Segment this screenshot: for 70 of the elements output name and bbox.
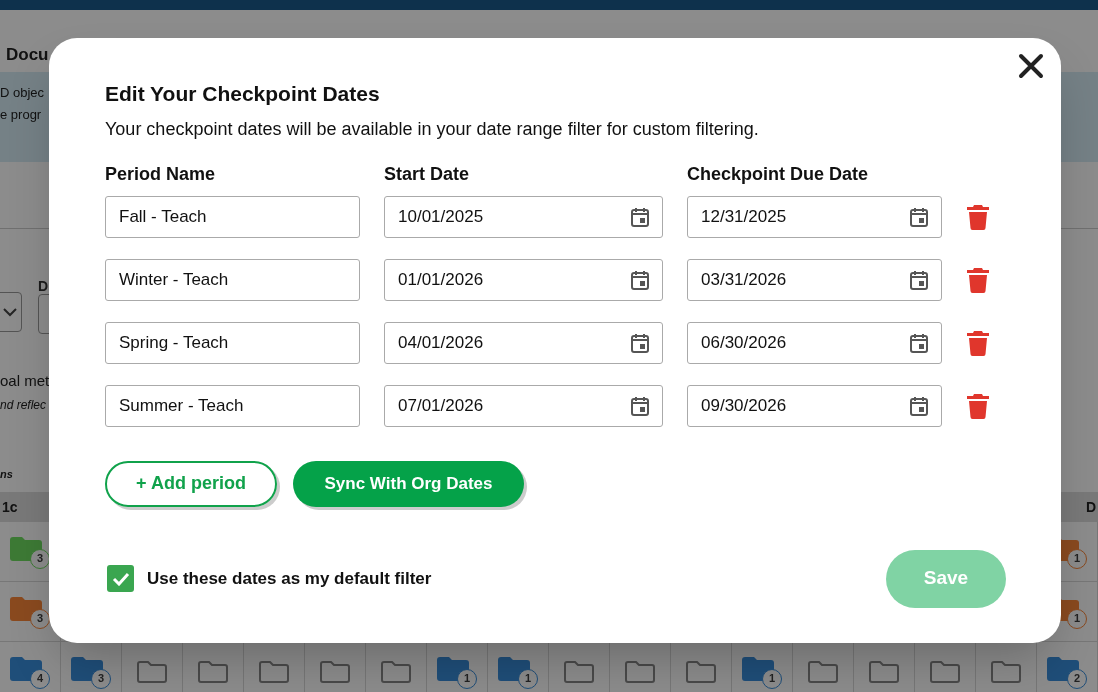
- trash-icon: [967, 392, 989, 419]
- start-date-field[interactable]: 04/01/2026: [384, 321, 663, 364]
- calendar-icon: [631, 395, 649, 416]
- empty-folder-icon: [564, 660, 594, 683]
- checkbox-label: Use these dates as my default filter: [147, 567, 432, 590]
- dialog-subtitle: Your checkpoint dates will be available in your date range filter for custom filtering.: [105, 117, 760, 141]
- calendar-icon: [631, 332, 649, 353]
- note-text: nd reflec: [0, 397, 47, 414]
- calendar-icon: [910, 395, 928, 416]
- checkmark-icon: [111, 571, 130, 586]
- empty-folder-icon: [320, 660, 350, 683]
- trash-icon: [967, 266, 989, 293]
- column-header: Checkpoint Due Date: [687, 162, 870, 186]
- due-date-field[interactable]: 03/31/2026: [687, 258, 942, 301]
- calendar-icon: [910, 332, 928, 353]
- banner-text: e progr: [0, 106, 42, 124]
- chevron-down-icon: [3, 307, 17, 317]
- start-date-field[interactable]: 10/01/2025: [384, 195, 663, 238]
- page-title: Docu: [6, 44, 49, 66]
- due-date-field[interactable]: 12/31/2025: [687, 195, 942, 238]
- delete-button[interactable]: [966, 328, 990, 357]
- calendar-icon: [631, 206, 649, 227]
- count-badge: 1: [518, 668, 538, 689]
- calendar-icon: [631, 269, 649, 290]
- banner-text: D objec: [0, 84, 45, 102]
- empty-folder-icon: [625, 660, 655, 683]
- column-header: D: [1085, 497, 1096, 517]
- note-text: oal met,: [0, 371, 54, 391]
- period-name-field[interactable]: Summer - Teach: [105, 384, 360, 427]
- period-name-field[interactable]: Spring - Teach: [105, 321, 360, 364]
- empty-folder-icon: [991, 660, 1021, 683]
- empty-folder-icon: [259, 660, 289, 683]
- section-label: ns: [0, 467, 13, 482]
- count-badge: 3: [30, 608, 50, 629]
- dialog-title: Edit Your Checkpoint Dates: [105, 81, 381, 107]
- calendar-icon: [910, 269, 928, 290]
- checkbox[interactable]: [107, 565, 134, 592]
- empty-folder-icon: [381, 660, 411, 683]
- count-badge: 1: [1067, 608, 1087, 629]
- count-badge: 4: [30, 668, 50, 689]
- start-date-field[interactable]: 07/01/2026: [384, 384, 663, 427]
- empty-folder-icon: [137, 660, 167, 683]
- due-date-field[interactable]: 06/30/2026: [687, 321, 942, 364]
- delete-button[interactable]: [966, 265, 990, 294]
- delete-button[interactable]: [966, 391, 990, 420]
- count-badge: 1: [1067, 548, 1087, 569]
- empty-folder-icon: [930, 660, 960, 683]
- period-name-field[interactable]: Fall - Teach: [105, 195, 360, 238]
- field-label: D: [38, 277, 49, 296]
- column-header: Start Date: [384, 162, 471, 186]
- column-header: 1c: [2, 497, 18, 517]
- column-header: Period Name: [105, 162, 217, 186]
- delete-button[interactable]: [966, 202, 990, 231]
- start-date-field[interactable]: 01/01/2026: [384, 258, 663, 301]
- empty-folder-icon: [686, 660, 716, 683]
- count-badge: 2: [1067, 668, 1087, 689]
- trash-icon: [967, 329, 989, 356]
- close-button[interactable]: [1017, 52, 1045, 80]
- period-name-field[interactable]: Winter - Teach: [105, 258, 360, 301]
- close-icon: [1018, 53, 1044, 79]
- count-badge: 1: [457, 668, 477, 689]
- count-badge: 1: [762, 668, 782, 689]
- trash-icon: [967, 203, 989, 230]
- count-badge: 3: [30, 548, 50, 569]
- empty-folder-icon: [808, 660, 838, 683]
- empty-folder-icon: [869, 660, 899, 683]
- count-badge: 3: [91, 668, 111, 689]
- calendar-icon: [910, 206, 928, 227]
- empty-folder-icon: [198, 660, 228, 683]
- due-date-field[interactable]: 09/30/2026: [687, 384, 942, 427]
